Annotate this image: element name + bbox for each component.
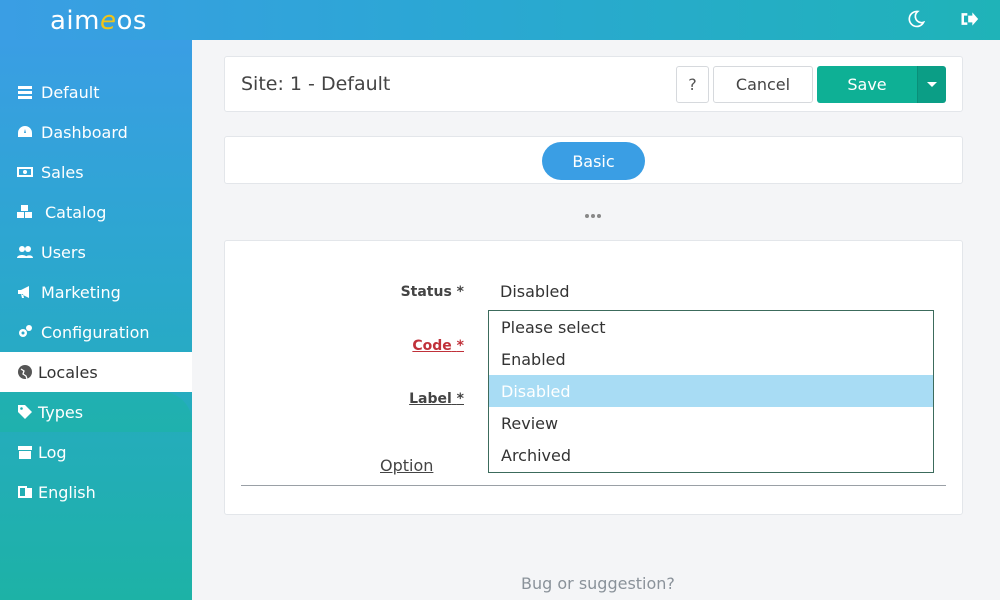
sidebar-item-sales[interactable]: Sales: [0, 152, 192, 192]
logo-text-end: os: [116, 6, 147, 36]
sidebar-item-label: Configuration: [41, 322, 150, 342]
status-option-review[interactable]: Review: [489, 407, 933, 439]
help-button[interactable]: ?: [676, 66, 709, 103]
megaphone-icon: [16, 283, 34, 301]
page-header: Site: 1 - Default ? Cancel Save: [224, 56, 963, 112]
caret-down-icon: [927, 82, 937, 87]
label-label: Label *: [409, 391, 464, 407]
sidebar-item-label: Catalog: [45, 202, 107, 222]
divider: [241, 485, 946, 486]
sidebar-item-label: Marketing: [41, 282, 121, 302]
list-icon: [16, 83, 34, 101]
sidebar-item-configuration[interactable]: Configuration: [0, 312, 192, 352]
globe-icon: [16, 363, 34, 381]
sidebar-item-english[interactable]: English: [0, 472, 192, 512]
archive-icon: [16, 443, 34, 461]
status-label: Status *: [400, 284, 464, 300]
sidebar-item-default[interactable]: Default: [0, 72, 192, 112]
dark-mode-moon-icon[interactable]: [905, 8, 927, 30]
sidebar-item-locales[interactable]: Locales: [0, 352, 192, 392]
logo-text-e: e: [99, 6, 117, 36]
logo[interactable]: aimeos: [50, 6, 147, 36]
status-option-please-select[interactable]: Please select: [489, 311, 933, 343]
sidebar-item-label: Default: [41, 82, 100, 102]
save-options-dropdown-button[interactable]: [917, 66, 946, 103]
form-panel: Status * Disabled Code * Label * Option …: [224, 240, 963, 515]
bug-report-link[interactable]: Bug or suggestion?: [521, 574, 675, 593]
users-icon: [16, 243, 34, 261]
sidebar-item-label: Sales: [41, 162, 84, 182]
status-option-enabled[interactable]: Enabled: [489, 343, 933, 375]
sidebar-item-log[interactable]: Log: [0, 432, 192, 472]
cubes-icon: [16, 203, 34, 221]
sidebar-item-label: Log: [38, 442, 67, 462]
cancel-button[interactable]: Cancel: [713, 66, 813, 103]
top-bar: aimeos: [0, 0, 1000, 40]
page-title: Site: 1 - Default: [241, 73, 391, 95]
status-option-archived[interactable]: Archived: [489, 439, 933, 471]
money-icon: [16, 163, 34, 181]
more-options-icon[interactable]: [585, 214, 601, 218]
status-select[interactable]: Disabled: [500, 282, 570, 301]
sidebar-item-users[interactable]: Users: [0, 232, 192, 272]
tab-bar: Basic: [224, 136, 963, 184]
sidebar-item-label: English: [38, 482, 96, 502]
sidebar-item-dashboard[interactable]: Dashboard: [0, 112, 192, 152]
sidebar-item-label: Types: [38, 402, 84, 422]
code-label: Code *: [412, 338, 464, 354]
dashboard-icon: [16, 123, 34, 141]
tab-basic[interactable]: Basic: [542, 142, 645, 180]
status-dropdown-list[interactable]: Please select Enabled Disabled Review Ar…: [488, 310, 934, 473]
sidebar: Default Dashboard Sales Catalog Users Ma…: [0, 40, 192, 600]
save-button[interactable]: Save: [817, 66, 917, 103]
gears-icon: [16, 323, 34, 341]
sidebar-item-catalog[interactable]: Catalog: [0, 192, 192, 232]
logout-icon[interactable]: [958, 8, 980, 30]
logo-text-start: aim: [50, 6, 100, 36]
tag-icon: [16, 403, 34, 421]
status-option-disabled[interactable]: Disabled: [489, 375, 933, 407]
option-link[interactable]: Option: [380, 456, 433, 475]
sidebar-item-label: Dashboard: [41, 122, 128, 142]
language-icon: [16, 483, 34, 501]
sidebar-item-types[interactable]: Types: [0, 392, 192, 432]
sidebar-item-label: Users: [41, 242, 86, 262]
sidebar-item-marketing[interactable]: Marketing: [0, 272, 192, 312]
sidebar-item-label: Locales: [38, 362, 98, 382]
